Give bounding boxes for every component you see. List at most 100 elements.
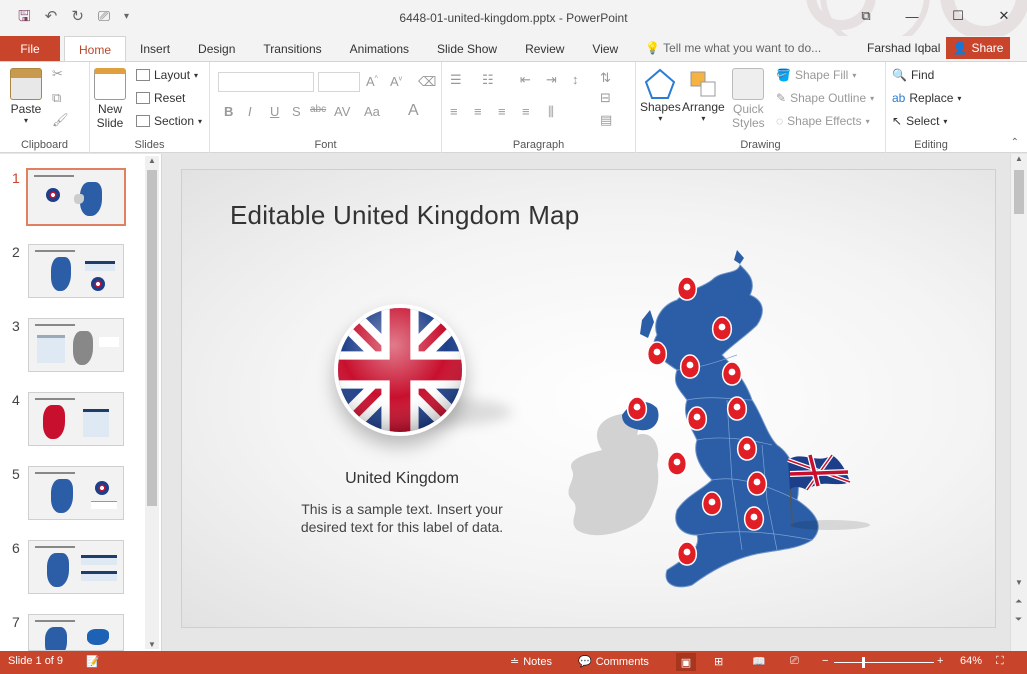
scroll-up-icon[interactable]: ▲ bbox=[148, 156, 156, 165]
numbering-icon[interactable]: ☷ bbox=[482, 72, 494, 88]
change-case-icon[interactable]: Aa bbox=[364, 104, 380, 119]
maximize-icon[interactable]: ☐ bbox=[935, 0, 981, 32]
collapse-ribbon-icon[interactable]: ⌃ bbox=[1011, 137, 1019, 148]
map-pin[interactable] bbox=[676, 276, 698, 301]
justify-icon[interactable]: ≡ bbox=[522, 104, 530, 119]
smartart-icon[interactable]: ▤ bbox=[600, 112, 612, 128]
tab-insert[interactable]: Insert bbox=[126, 36, 184, 61]
previous-slide-icon[interactable]: ⏶ bbox=[1015, 596, 1022, 607]
thumbnail-slide-4[interactable]: 4 bbox=[0, 392, 145, 452]
scrollbar-thumb[interactable] bbox=[147, 170, 157, 506]
uk-flag-circle[interactable] bbox=[334, 304, 466, 436]
thumbnail-slide-6[interactable]: 6 bbox=[0, 540, 145, 600]
italic-icon[interactable]: I bbox=[248, 104, 252, 119]
thumbnail-slide-5[interactable]: 5 bbox=[0, 466, 145, 526]
notes-button[interactable]: ≐ Notes bbox=[510, 655, 552, 669]
map-pin[interactable] bbox=[626, 396, 648, 421]
copy-icon[interactable]: ⧉ bbox=[52, 90, 61, 106]
scroll-down-icon[interactable]: ▼ bbox=[148, 640, 156, 649]
slide-sorter-icon[interactable]: ⊞ bbox=[714, 655, 723, 668]
uk-map[interactable] bbox=[562, 250, 882, 600]
decrease-indent-icon[interactable]: ⇤ bbox=[520, 72, 531, 88]
tab-slide-show[interactable]: Slide Show bbox=[423, 36, 511, 61]
map-pin[interactable] bbox=[746, 471, 768, 496]
shadow-icon[interactable]: S bbox=[292, 104, 301, 119]
tell-me-box[interactable]: 💡 Tell me what you want to do... bbox=[645, 41, 821, 55]
slide-scrollbar[interactable]: ▲ ▼ ⏶ ⏷ bbox=[1010, 154, 1027, 651]
ribbon-display-icon[interactable]: ⧉ bbox=[843, 0, 889, 32]
map-pin[interactable] bbox=[679, 354, 701, 379]
find-button[interactable]: 🔍 Find bbox=[892, 68, 934, 82]
shrink-font-icon[interactable]: Av bbox=[390, 74, 402, 89]
map-pin[interactable] bbox=[721, 361, 743, 386]
paste-button[interactable]: Paste ▾ bbox=[10, 68, 42, 125]
tab-file[interactable]: File bbox=[0, 36, 60, 61]
select-button[interactable]: ↖ Select ▾ bbox=[892, 114, 947, 128]
tab-design[interactable]: Design bbox=[184, 36, 249, 61]
tab-view[interactable]: View bbox=[578, 36, 632, 61]
next-slide-icon[interactable]: ⏷ bbox=[1015, 614, 1022, 625]
thumbnail-slide-1[interactable]: 1 bbox=[0, 168, 145, 230]
slide[interactable]: Editable United Kingdom Map United Kingd… bbox=[181, 169, 996, 628]
bullets-icon[interactable]: ☰ bbox=[450, 72, 462, 88]
map-pin[interactable] bbox=[726, 396, 748, 421]
map-pin[interactable] bbox=[711, 316, 733, 341]
grow-font-icon[interactable]: A^ bbox=[366, 74, 378, 89]
arrange-button[interactable]: Arrange ▾ bbox=[682, 68, 725, 123]
strikethrough-icon[interactable]: abc bbox=[310, 104, 326, 115]
user-name[interactable]: Farshad Iqbal bbox=[867, 41, 940, 55]
spell-check-icon[interactable]: 📝 bbox=[86, 655, 100, 668]
text-direction-icon[interactable]: ⇅ bbox=[600, 70, 611, 86]
thumbnails-scrollbar[interactable]: ▲ ▼ bbox=[145, 156, 159, 649]
sample-text[interactable]: This is a sample text. Insert your desir… bbox=[282, 500, 522, 536]
scrollbar-thumb[interactable] bbox=[1014, 170, 1024, 214]
scroll-down-icon[interactable]: ▼ bbox=[1015, 578, 1023, 587]
scroll-up-icon[interactable]: ▲ bbox=[1015, 154, 1023, 163]
map-pin[interactable] bbox=[686, 406, 708, 431]
tab-home[interactable]: Home bbox=[64, 36, 127, 62]
cut-icon[interactable]: ✂ bbox=[52, 66, 63, 82]
tab-animations[interactable]: Animations bbox=[336, 36, 423, 61]
font-size-combo[interactable] bbox=[318, 72, 360, 92]
replace-button[interactable]: ab Replace ▾ bbox=[892, 91, 961, 105]
map-pin[interactable] bbox=[736, 436, 758, 461]
font-name-combo[interactable] bbox=[218, 72, 314, 92]
format-painter-icon[interactable]: 🖌 bbox=[52, 112, 69, 128]
new-slide-button[interactable]: New Slide bbox=[94, 68, 126, 130]
line-spacing-icon[interactable]: ↕ bbox=[572, 72, 579, 87]
share-button[interactable]: 👤 Share bbox=[946, 37, 1010, 59]
minimize-icon[interactable]: — bbox=[889, 0, 935, 32]
thumbnail-slide-2[interactable]: 2 bbox=[0, 244, 145, 304]
map-pin[interactable] bbox=[701, 491, 723, 516]
shape-outline-button[interactable]: ✎ Shape Outline ▾ bbox=[776, 91, 874, 105]
map-pin[interactable] bbox=[676, 541, 698, 566]
align-right-icon[interactable]: ≡ bbox=[498, 104, 506, 119]
tab-review[interactable]: Review bbox=[511, 36, 578, 61]
clear-formatting-icon[interactable]: ⌫ bbox=[418, 74, 436, 90]
layout-button[interactable]: Layout ▾ bbox=[136, 68, 198, 82]
map-pin[interactable] bbox=[743, 506, 765, 531]
quick-styles-button[interactable]: Quick Styles bbox=[732, 68, 765, 130]
zoom-out-icon[interactable]: − bbox=[822, 655, 828, 667]
map-pin[interactable] bbox=[666, 451, 688, 476]
comments-button[interactable]: 💬 Comments bbox=[578, 655, 649, 669]
tab-transitions[interactable]: Transitions bbox=[249, 36, 335, 61]
char-spacing-icon[interactable]: AV bbox=[334, 104, 350, 119]
align-left-icon[interactable]: ≡ bbox=[450, 104, 458, 119]
font-color-icon[interactable]: A bbox=[408, 102, 419, 120]
columns-icon[interactable]: ⫼ bbox=[548, 104, 554, 120]
map-pin[interactable] bbox=[646, 341, 668, 366]
slide-title[interactable]: Editable United Kingdom Map bbox=[230, 200, 579, 231]
reset-button[interactable]: Reset bbox=[136, 91, 185, 105]
zoom-in-icon[interactable]: + bbox=[937, 655, 943, 667]
shapes-button[interactable]: Shapes ▾ bbox=[640, 68, 681, 123]
zoom-level[interactable]: 64% bbox=[960, 655, 982, 667]
reading-view-icon[interactable]: 📖 bbox=[752, 655, 766, 668]
zoom-slider[interactable] bbox=[834, 662, 934, 663]
shape-effects-button[interactable]: ◌ Shape Effects ▾ bbox=[776, 114, 870, 128]
underline-icon[interactable]: U bbox=[270, 104, 279, 119]
normal-view-icon[interactable]: ▣ bbox=[676, 653, 696, 671]
increase-indent-icon[interactable]: ⇥ bbox=[546, 72, 557, 88]
country-label[interactable]: United Kingdom bbox=[302, 470, 502, 488]
fit-slide-icon[interactable]: ⛶ bbox=[996, 655, 1004, 668]
